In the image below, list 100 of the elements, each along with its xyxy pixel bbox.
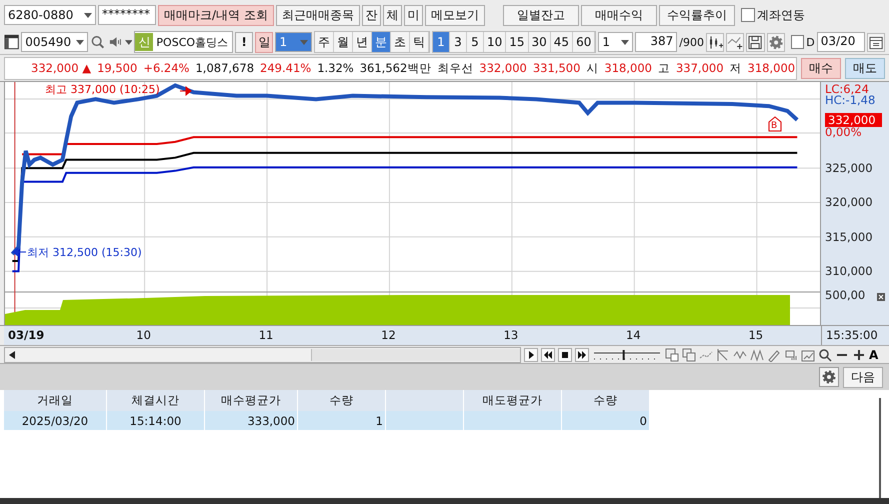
day-count-combo[interactable]: 1: [275, 32, 312, 52]
table-cell: 15:14:00: [106, 411, 204, 430]
checkbox[interactable]: [740, 8, 755, 22]
high-label: 고: [658, 60, 670, 76]
line-tool-icon[interactable]: [716, 348, 730, 362]
table-cell: 1: [298, 411, 386, 430]
axis-label: 315,000: [825, 230, 873, 244]
calendar-icon[interactable]: [866, 32, 886, 52]
low-price: 318,000: [748, 61, 796, 75]
column-header: 수량: [562, 390, 650, 411]
password-field[interactable]: ********: [98, 5, 156, 25]
axis-label: 500,00: [825, 288, 866, 302]
settings-icon[interactable]: [766, 32, 785, 52]
zoom-slider[interactable]: [592, 348, 662, 362]
plus-icon[interactable]: [852, 348, 866, 362]
low-price-note: 최저 312,500 (15:30): [27, 245, 142, 260]
hc-value: HC:-1,48: [825, 93, 876, 107]
interval-tab[interactable]: 1: [432, 32, 450, 52]
credit-badge: 신: [135, 33, 154, 51]
trade-amount: 361,562백만: [360, 60, 432, 76]
toolbar-button[interactable]: 메모보기: [424, 4, 485, 26]
chart-icon[interactable]: [801, 348, 815, 362]
toolbar-button[interactable]: 잔: [362, 4, 381, 26]
bar-count-field[interactable]: 387: [634, 32, 678, 52]
column-header: 수량: [298, 390, 386, 411]
toolbar-button[interactable]: 미: [404, 4, 423, 26]
rewind-icon[interactable]: [541, 348, 555, 362]
change-rate: +6.24%: [143, 61, 190, 75]
day-count: 1: [279, 35, 288, 49]
window-icon[interactable]: [665, 348, 679, 362]
search-icon[interactable]: [90, 34, 106, 50]
buy-mark: B: [771, 121, 778, 131]
arrow-icon: [180, 86, 192, 96]
toolbar-button[interactable]: 일별잔고: [502, 4, 579, 26]
stock-name: POSCO홀딩스: [156, 34, 228, 50]
day-button[interactable]: 일: [255, 32, 274, 52]
caret-icon[interactable]: [124, 40, 132, 44]
axis-label: 13: [504, 328, 518, 342]
best-ask: 332,000: [479, 61, 527, 75]
font-button[interactable]: A: [869, 348, 878, 362]
toolbar-button[interactable]: 매매수익: [580, 4, 657, 26]
alert-button[interactable]: !: [235, 32, 254, 52]
slider-thumb[interactable]: [622, 350, 625, 360]
column-header: 체결시간: [106, 390, 204, 411]
current-price-tag: 332,000: [825, 113, 882, 127]
account-combo[interactable]: 6280-0880: [4, 5, 96, 25]
search-icon[interactable]: [818, 348, 832, 362]
arrow-icon: [12, 246, 26, 256]
table-cell: 2025/03/20: [4, 411, 106, 430]
window-icon[interactable]: [682, 348, 696, 362]
sell-button[interactable]: 매도: [845, 58, 885, 78]
account-number: 6280-0880: [8, 8, 74, 22]
settings-icon[interactable]: [819, 367, 839, 387]
line-add-icon[interactable]: [726, 32, 744, 52]
interval-value: 1: [602, 35, 610, 49]
date-field[interactable]: 03/20: [816, 32, 865, 52]
play-icon[interactable]: [524, 348, 538, 362]
caret-icon: [81, 12, 95, 18]
checkbox[interactable]: [790, 35, 804, 49]
stock-name-field[interactable]: 신 POSCO홀딩스: [134, 31, 234, 53]
fast-forward-icon[interactable]: [575, 348, 589, 362]
buy-marker: [768, 116, 782, 132]
buy-button[interactable]: 매수: [801, 58, 841, 78]
column-header: 매수평균가: [204, 390, 298, 411]
layout-icon[interactable]: [4, 34, 20, 50]
open-price: 318,000: [604, 61, 652, 75]
toolbar-button[interactable]: 수익률추이: [658, 4, 735, 26]
close-icon[interactable]: [877, 293, 885, 301]
table-cell: 333,000: [204, 411, 298, 430]
interval-combo[interactable]: 1: [598, 32, 633, 52]
period-tab[interactable]: 분: [372, 32, 391, 52]
horizontal-scrollbar[interactable]: [4, 346, 521, 362]
high-price: 337,000: [676, 61, 724, 75]
volume: 1,087,678: [195, 61, 254, 75]
candle-add-icon[interactable]: [706, 32, 724, 52]
axis-label: 12: [381, 328, 396, 342]
turnover-rate: 1.32%: [317, 61, 354, 75]
low-label: 저: [730, 60, 742, 76]
table-cell: 0: [562, 411, 650, 430]
open-label: 시: [586, 60, 598, 76]
date-label: 03/19: [7, 328, 44, 342]
column-header: 매도평균가: [464, 390, 562, 411]
stop-icon[interactable]: [558, 348, 572, 362]
vertical-scrollbar[interactable]: [879, 398, 881, 498]
toolbar-button[interactable]: 매매마크/내역 조회: [158, 4, 274, 26]
axis-label: 10: [136, 328, 151, 342]
toolbar-button[interactable]: 최근매매종목: [276, 4, 360, 26]
axis-label: 15: [748, 328, 764, 342]
axis-time: 15:35:00: [821, 326, 889, 345]
axis-label: 310,000: [825, 264, 873, 278]
next-button[interactable]: 다음: [843, 366, 883, 388]
pencil-icon[interactable]: [767, 348, 781, 362]
save-icon[interactable]: [746, 32, 765, 52]
axis-label: 325,000: [825, 161, 873, 176]
zigzag-icon[interactable]: [750, 348, 764, 362]
stock-code-combo[interactable]: 005490: [21, 32, 88, 52]
axis-label: 14: [626, 328, 641, 342]
toolbar-button[interactable]: 체: [382, 4, 402, 26]
checkbox-label: 계좌연동: [756, 6, 805, 24]
axis-label: 11: [258, 328, 274, 342]
